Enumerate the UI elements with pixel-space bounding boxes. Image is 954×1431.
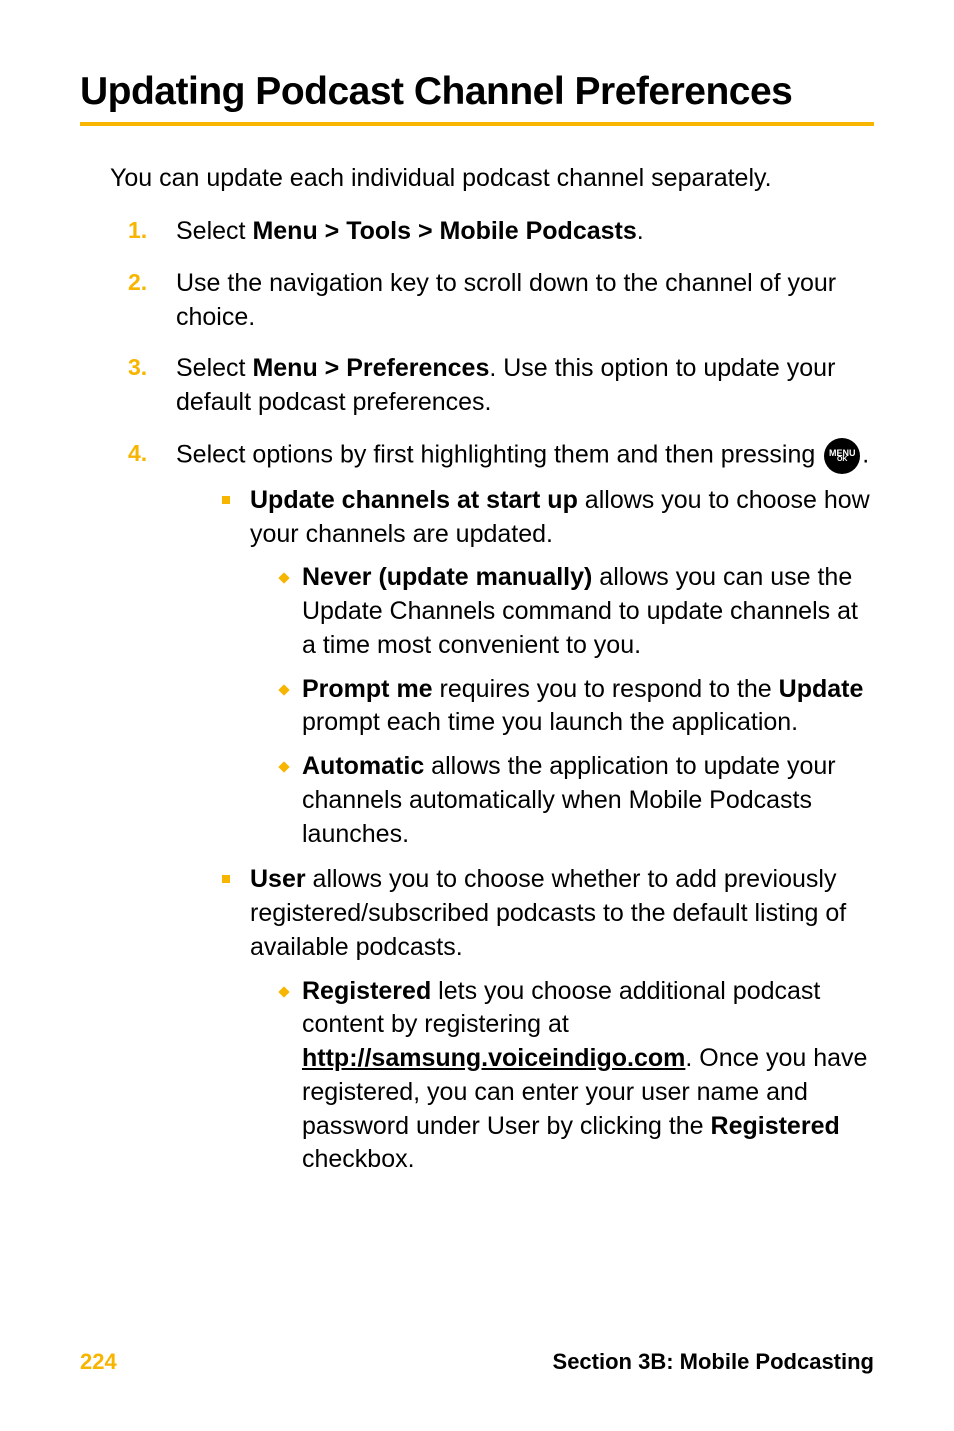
icon-bot-text: OK [829, 457, 856, 463]
step-number: 3. [128, 352, 176, 420]
step-text-after: . [862, 440, 869, 468]
step-text-suffix: . [637, 217, 644, 245]
sub-sub-prompt: Prompt me requires you to respond to the… [278, 673, 874, 741]
sub-rest: allows you to choose whether to add prev… [250, 865, 846, 961]
step-4: 4. Select options by first highlighting … [128, 438, 874, 1189]
sub-bold: User [250, 865, 306, 893]
ss-rest: checkbox. [302, 1145, 415, 1173]
sub-sub-list: Never (update manually) allows you can u… [278, 561, 874, 851]
menu-ok-icon: MENU OK [824, 438, 860, 474]
step-text-prefix: Select [176, 354, 252, 382]
registration-link[interactable]: http://samsung.voiceindigo.com [302, 1044, 685, 1072]
step-body: Use the navigation key to scroll down to… [176, 267, 874, 335]
step-bold: Menu > Tools > Mobile Podcasts [252, 217, 636, 245]
sub-list: Update channels at start up allows you t… [222, 484, 874, 1177]
step-body: Select Menu > Tools > Mobile Podcasts. [176, 215, 874, 249]
section-label: Section 3B: Mobile Podcasting [553, 1349, 874, 1375]
page-footer: 224 Section 3B: Mobile Podcasting [80, 1349, 874, 1375]
ss-bold: Registered [302, 977, 431, 1005]
page-heading: Updating Podcast Channel Preferences [80, 70, 874, 126]
ss-rest: prompt each time you launch the applicat… [302, 708, 798, 736]
step-2: 2. Use the navigation key to scroll down… [128, 267, 874, 335]
step-bold: Menu > Preferences [252, 354, 489, 382]
sub-sub-registered: Registered lets you choose additional po… [278, 975, 874, 1178]
sub-sub-never: Never (update manually) allows you can u… [278, 561, 874, 662]
ss-bold: Automatic [302, 752, 424, 780]
sub-item-user: User allows you to choose whether to add… [222, 863, 874, 1177]
ss-bold2: Update [779, 675, 864, 703]
step-text-prefix: Select [176, 217, 252, 245]
ss-bold: Prompt me [302, 675, 433, 703]
sub-bold: Update channels at start up [250, 486, 578, 514]
ss-bold2: Registered [711, 1112, 840, 1140]
sub-sub-list: Registered lets you choose additional po… [278, 975, 874, 1178]
page-number: 224 [80, 1349, 117, 1375]
steps-list: 1. Select Menu > Tools > Mobile Podcasts… [128, 215, 874, 1189]
ss-mid: requires you to respond to the [433, 675, 779, 703]
step-number: 1. [128, 215, 176, 249]
sub-item-update-channels: Update channels at start up allows you t… [222, 484, 874, 852]
step-3: 3. Select Menu > Preferences. Use this o… [128, 352, 874, 420]
sub-sub-automatic: Automatic allows the application to upda… [278, 750, 874, 851]
step-number: 2. [128, 267, 176, 335]
step-body: Select Menu > Preferences. Use this opti… [176, 352, 874, 420]
step-1: 1. Select Menu > Tools > Mobile Podcasts… [128, 215, 874, 249]
menu-ok-icon-label: MENU OK [829, 449, 856, 463]
step-number: 4. [128, 438, 176, 1189]
step-body: Select options by first highlighting the… [176, 438, 874, 1189]
step-text-before: Select options by first highlighting the… [176, 440, 822, 468]
ss-bold: Never (update manually) [302, 563, 592, 591]
intro-text: You can update each individual podcast c… [110, 164, 874, 193]
